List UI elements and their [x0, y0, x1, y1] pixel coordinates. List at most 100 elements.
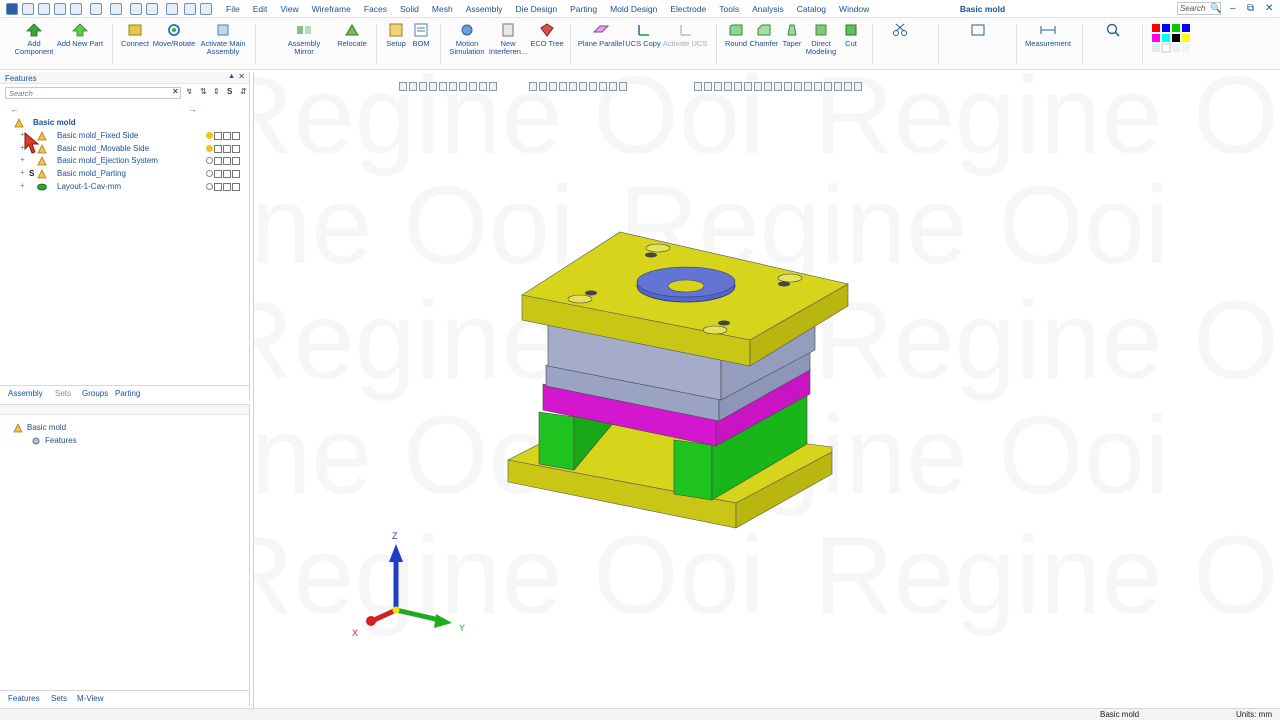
collapse-icon[interactable]: ⇵	[240, 87, 247, 96]
pin-icon[interactable]: ▲	[228, 73, 235, 80]
activate-main-assembly-button[interactable]: Activate Main Assembly	[198, 22, 248, 56]
connect-button[interactable]: Connect	[117, 22, 153, 48]
tree-item[interactable]: + Layout-1-Cav-mm	[20, 181, 248, 194]
3d-viewport[interactable]: Regine Ooi Regine Ooi Regine Ooi Regine …	[253, 72, 1280, 708]
ucs-copy-button[interactable]: UCS Copy	[625, 22, 661, 48]
sketch-tools-group[interactable]	[944, 22, 1012, 40]
expand-icon[interactable]: +	[20, 168, 25, 177]
forward-arrow-icon[interactable]: →	[188, 104, 197, 114]
layer-icon[interactable]	[223, 157, 231, 166]
lock-icon[interactable]	[232, 157, 240, 166]
panel-close-icon[interactable]: ✕	[238, 72, 245, 81]
lock-icon[interactable]	[232, 182, 240, 191]
visibility-bulb-icon[interactable]	[206, 157, 213, 165]
tree-item[interactable]: + Basic mold_Movable Side	[20, 143, 248, 156]
assembly-features-node[interactable]: Features	[31, 436, 231, 448]
measurement-button[interactable]: Measurement	[1022, 22, 1074, 48]
move-rotate-button[interactable]: Move/Rotate	[151, 22, 197, 48]
layer-icon[interactable]	[223, 182, 231, 191]
menu-catalog[interactable]: Catalog	[791, 4, 833, 14]
relocate-button[interactable]: Relocate	[334, 22, 370, 48]
redo-icon[interactable]	[146, 3, 158, 15]
menu-die-design[interactable]: Die Design	[510, 4, 565, 14]
display-icon[interactable]	[214, 170, 222, 179]
menu-electrode[interactable]: Electrode	[664, 4, 713, 14]
clear-search-icon[interactable]: ✕	[172, 87, 179, 96]
expand-icon[interactable]: +	[20, 155, 25, 164]
state-s-icon[interactable]: S	[227, 87, 232, 96]
display-icon[interactable]	[214, 132, 222, 140]
tab-sets-bottom[interactable]: Sets	[51, 694, 67, 703]
bom-button[interactable]: BOM	[408, 22, 434, 48]
tab-parting[interactable]: Parting	[115, 389, 140, 398]
expand-icon[interactable]: +	[20, 181, 25, 190]
layer-icon[interactable]	[223, 170, 231, 179]
repeat-icon[interactable]	[166, 3, 178, 15]
back-arrow-icon[interactable]: ←	[10, 104, 19, 114]
print-icon[interactable]	[70, 3, 82, 15]
tab-features[interactable]: Features	[8, 694, 40, 703]
activate-ucs-button[interactable]: Activate UCS	[661, 22, 709, 48]
menu-file[interactable]: File	[220, 4, 247, 14]
lock-icon[interactable]	[232, 144, 240, 153]
order-icon[interactable]: ⇕	[213, 87, 220, 96]
menu-window[interactable]: Window	[833, 4, 876, 14]
new-file-icon[interactable]	[22, 3, 34, 15]
tab-m-view[interactable]: M-View	[77, 694, 104, 703]
taper-button[interactable]: Taper	[779, 22, 805, 48]
menu-solid[interactable]: Solid	[394, 4, 426, 14]
tab-assembly[interactable]: Assembly	[8, 389, 43, 398]
display-icon[interactable]	[214, 157, 222, 166]
undo-icon[interactable]	[130, 3, 142, 15]
minimize-icon[interactable]: –	[1230, 3, 1236, 14]
add-new-part-button[interactable]: Add New Part	[56, 22, 104, 48]
menu-edit[interactable]: Edit	[247, 4, 275, 14]
visibility-bulb-icon[interactable]	[206, 182, 213, 190]
visibility-bulb-icon[interactable]	[206, 170, 213, 178]
tree-item[interactable]: + Basic mold_Fixed Side	[20, 130, 248, 143]
direct-modeling-button[interactable]: Direct Modeling	[804, 22, 838, 56]
select-filter-icon[interactable]	[184, 3, 196, 15]
lock-icon[interactable]	[232, 132, 240, 140]
tree-item[interactable]: + Basic mold_Ejection System	[20, 155, 248, 168]
menu-assembly[interactable]: Assembly	[460, 4, 510, 14]
assembly-root[interactable]: Basic mold	[13, 423, 213, 435]
menu-mold-design[interactable]: Mold Design	[604, 4, 664, 14]
layer-icon[interactable]	[223, 144, 231, 153]
window-icon[interactable]	[200, 3, 212, 15]
menu-mesh[interactable]: Mesh	[426, 4, 460, 14]
setup-button[interactable]: Setup	[382, 22, 410, 48]
restore-icon[interactable]: ⧉	[1247, 3, 1254, 14]
sort-icon[interactable]: ⇅	[200, 87, 207, 96]
view-mode-icon[interactable]	[90, 3, 102, 15]
menu-view[interactable]: View	[274, 4, 305, 14]
display-icon[interactable]	[214, 182, 222, 191]
plane-parallel-button[interactable]: Plane Parallel	[576, 22, 626, 48]
tree-root[interactable]: Basic mold	[14, 118, 250, 130]
tree-item[interactable]: + S Basic mold_Parting	[20, 168, 248, 181]
visibility-bulb-icon[interactable]	[206, 144, 213, 152]
lock-icon[interactable]	[232, 170, 240, 179]
trim-tools-group[interactable]	[878, 22, 922, 40]
menu-tools[interactable]: Tools	[713, 4, 746, 14]
visibility-bulb-icon[interactable]	[206, 132, 213, 139]
search-icon[interactable]: 🔍	[1210, 3, 1221, 14]
cut-button[interactable]: Cut	[840, 22, 862, 48]
display-mode-icon[interactable]	[110, 3, 122, 15]
display-icon[interactable]	[214, 144, 222, 153]
add-component-button[interactable]: Add Component	[10, 22, 58, 56]
round-button[interactable]: Round	[721, 22, 751, 48]
features-search-input[interactable]: Search	[5, 87, 181, 99]
menu-wireframe[interactable]: Wireframe	[306, 4, 358, 14]
zoom-tools-group[interactable]	[1090, 22, 1136, 40]
tab-groups[interactable]: Groups	[82, 389, 108, 398]
assembly-mirror-button[interactable]: Assembly Mirror	[282, 22, 326, 56]
new-interference-button[interactable]: New Interferen...	[486, 22, 530, 56]
save-icon[interactable]	[54, 3, 66, 15]
mold-model[interactable]: Z Y X	[254, 72, 1280, 708]
layer-icon[interactable]	[223, 132, 231, 140]
eco-tree-button[interactable]: ECO Tree	[530, 22, 564, 48]
menu-parting[interactable]: Parting	[564, 4, 604, 14]
close-icon[interactable]: ✕	[1265, 3, 1273, 14]
chamfer-button[interactable]: Chamfer	[748, 22, 780, 48]
